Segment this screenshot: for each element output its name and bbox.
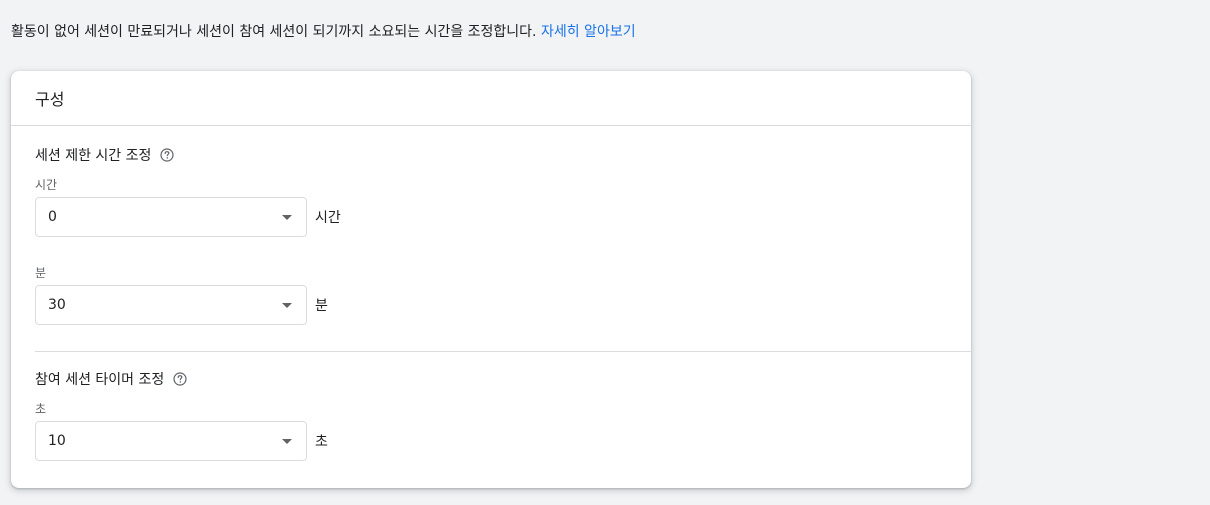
seconds-value: 10 xyxy=(48,433,66,449)
help-icon[interactable] xyxy=(173,372,187,386)
seconds-unit: 초 xyxy=(315,434,328,450)
minutes-select[interactable]: 30 xyxy=(35,285,307,325)
learn-more-link[interactable]: 자세히 알아보기 xyxy=(541,24,636,40)
minutes-unit: 분 xyxy=(315,298,328,314)
caret-down-icon xyxy=(282,438,292,444)
seconds-select[interactable]: 10 xyxy=(35,421,307,461)
engaged-timer-section: 참여 세션 타이머 조정 초 10 초 xyxy=(35,369,971,461)
hours-unit: 시간 xyxy=(315,210,341,226)
intro-text: 활동이 없어 세션이 만료되거나 세션이 참여 세션이 되기까지 소요되는 시간… xyxy=(11,22,636,42)
hours-row: 0 시간 xyxy=(35,197,971,237)
seconds-label: 초 xyxy=(35,402,47,416)
hours-select[interactable]: 0 xyxy=(35,197,307,237)
engaged-timer-title: 참여 세션 타이머 조정 xyxy=(35,369,971,389)
seconds-row: 10 초 xyxy=(35,421,971,461)
minutes-label: 분 xyxy=(35,266,47,280)
engaged-timer-title-text: 참여 세션 타이머 조정 xyxy=(35,372,165,388)
help-icon[interactable] xyxy=(160,148,174,162)
hours-label: 시간 xyxy=(35,178,58,192)
hours-value: 0 xyxy=(48,209,57,225)
session-timeout-section: 세션 제한 시간 조정 시간 0 시간 분 30 분 xyxy=(35,145,971,325)
session-timeout-title-text: 세션 제한 시간 조정 xyxy=(35,148,152,164)
configuration-card: 구성 세션 제한 시간 조정 시간 0 시간 분 30 분 참여 세션 타이머 … xyxy=(11,71,971,488)
card-header: 구성 xyxy=(11,71,971,126)
caret-down-icon xyxy=(282,214,292,220)
card-title: 구성 xyxy=(35,90,65,109)
session-timeout-title: 세션 제한 시간 조정 xyxy=(35,145,971,165)
intro-description: 활동이 없어 세션이 만료되거나 세션이 참여 세션이 되기까지 소요되는 시간… xyxy=(11,24,541,40)
minutes-row: 30 분 xyxy=(35,285,971,325)
caret-down-icon xyxy=(282,302,292,308)
minutes-value: 30 xyxy=(48,297,66,313)
section-divider xyxy=(35,351,971,352)
